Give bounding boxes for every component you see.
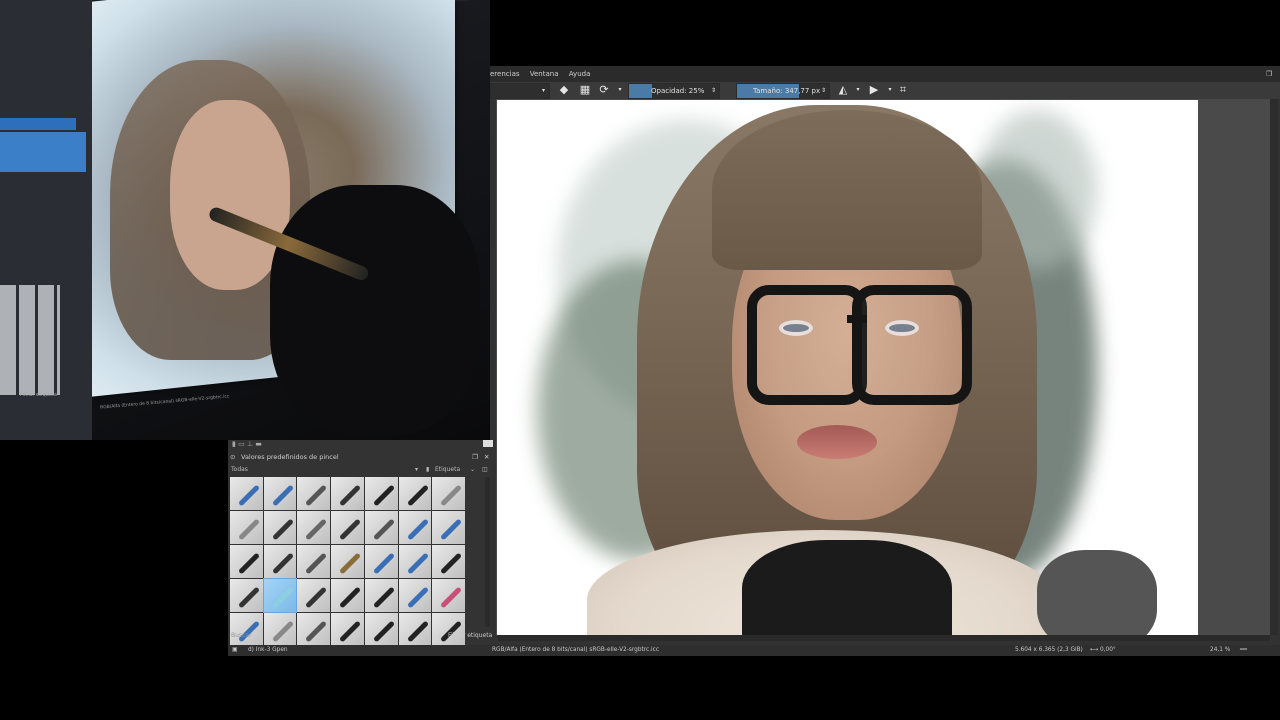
mirror-horizontal-icon[interactable]: ◭ <box>837 84 849 96</box>
photo-side-panel <box>0 0 92 440</box>
brush-preset-tile[interactable] <box>297 545 331 578</box>
status-color-profile: RGB/Alfa (Entero de 8 bits/canal) sRGB-e… <box>492 647 660 653</box>
reference-photo: Filtrar etiqueta RGB/Alfa (Entero de 8 b… <box>0 0 490 440</box>
menu-bar: erencias Ventana Ayuda ❐ <box>490 66 1280 82</box>
opacity-slider[interactable]: Opacidad: 25% ⇕ <box>628 83 720 99</box>
brush-preset-tile[interactable] <box>398 579 432 612</box>
menu-item-help[interactable]: Ayuda <box>569 70 591 78</box>
chevron-down-icon[interactable]: ⌄ <box>470 464 475 476</box>
tag-icon: ▮ <box>426 466 430 473</box>
eraser-icon[interactable]: ◆ <box>558 84 570 96</box>
brush-preset-tile[interactable] <box>364 579 398 612</box>
brush-preset-tile[interactable] <box>230 477 263 510</box>
brush-toolbar: ▾ ◆ ▦ ⟳ ▾ Opacidad: 25% ⇕ Tamaño: 347,77… <box>490 82 1280 99</box>
glasses-left-lens <box>747 285 867 405</box>
docker-title: Valores predefinidos de pincel <box>241 453 339 461</box>
docker-lock-icon[interactable]: ⊙ <box>230 450 235 464</box>
opacity-label: Opacidad: 25% <box>651 87 705 95</box>
brush-preset-tile[interactable] <box>364 477 398 510</box>
brush-preset-tile[interactable] <box>331 511 364 544</box>
tag-label[interactable]: Etiqueta <box>435 464 460 476</box>
search-input[interactable]: Buscar <box>231 630 252 642</box>
brush-preset-tile[interactable] <box>263 545 297 578</box>
brush-preset-tile[interactable] <box>297 477 331 510</box>
brush-preset-grid <box>230 477 465 646</box>
glove-hand <box>270 185 480 435</box>
menu-item-window[interactable]: Ventana <box>530 70 559 78</box>
brush-preset-tile[interactable] <box>364 511 398 544</box>
zoom-slider[interactable]: ━━ <box>1240 645 1247 656</box>
status-bar: ▣ d) Ink-3 Gpen RGB/Alfa (Entero de 8 bi… <box>228 645 1280 656</box>
portrait-fringe <box>712 110 982 270</box>
brush-preset-tile[interactable] <box>398 511 432 544</box>
status-rotation[interactable]: 0,00° <box>1100 645 1116 656</box>
status-zoom[interactable]: 24,1 % <box>1210 645 1230 656</box>
docker-filter-row: Todas ▾ ▮ Etiqueta ⌄ ◫ <box>228 464 493 476</box>
chevron-down-icon[interactable]: ▾ <box>415 464 418 476</box>
filter-tag-checkbox[interactable]: ✓ <box>438 630 443 642</box>
brush-preset-tile[interactable] <box>230 545 263 578</box>
docker-toolbar-icons: ▮ ▭ ⊥ ▬ <box>232 440 262 448</box>
photo-selected-layer <box>0 132 86 172</box>
docker-search-row: Buscar ✓ Filtrar etiqueta <box>228 630 493 642</box>
brush-preset-tile[interactable] <box>230 579 263 612</box>
vertical-scrollbar[interactable] <box>1270 99 1278 635</box>
rotation-icon: ⟷ <box>1090 647 1099 653</box>
photo-selected-row <box>0 118 76 130</box>
brush-preset-tile[interactable] <box>331 545 364 578</box>
size-label: Tamaño: 347,77 px <box>753 87 821 95</box>
opacity-spin-icon[interactable]: ⇕ <box>711 84 716 98</box>
docker-title-bar: ⊙ Valores predefinidos de pincel ❐ ✕ <box>228 450 493 464</box>
brush-preset-tile[interactable] <box>262 578 298 613</box>
chevron-down-icon[interactable]: ▾ <box>884 84 896 96</box>
brush-preset-tile[interactable] <box>297 511 331 544</box>
alpha-lock-icon[interactable]: ▦ <box>579 84 591 96</box>
brush-preset-tile[interactable] <box>297 579 331 612</box>
menu-item-preferences[interactable]: erencias <box>490 70 520 78</box>
size-slider[interactable]: Tamaño: 347,77 px ⇕ <box>736 83 830 99</box>
portrait-neck <box>742 540 952 635</box>
brush-preset-tile[interactable] <box>432 545 465 578</box>
mirror-vertical-icon[interactable]: ▶ <box>868 84 880 96</box>
portrait-lips <box>797 425 877 459</box>
photo-brush-thumbnails <box>0 285 60 395</box>
filter-tag-label: Filtrar etiqueta <box>448 632 493 639</box>
status-image-size: 5.604 x 6.365 (2,3 GiB) <box>1015 647 1083 653</box>
status-brush-name: d) Ink-3 Gpen <box>248 647 288 653</box>
brush-preset-tile[interactable] <box>331 579 364 612</box>
portrait-coat <box>1037 550 1157 635</box>
brush-icon: ▣ <box>232 647 238 653</box>
brush-preset-tile[interactable] <box>263 511 297 544</box>
chevron-down-icon[interactable]: ▾ <box>852 84 864 96</box>
close-icon[interactable]: ✕ <box>484 450 489 464</box>
brush-preset-tile[interactable] <box>398 477 432 510</box>
brush-preset-tile[interactable] <box>432 511 465 544</box>
brush-preset-tile[interactable] <box>398 545 432 578</box>
brush-preset-tile[interactable] <box>331 477 364 510</box>
docker-corner <box>483 440 493 447</box>
preset-scrollbar[interactable] <box>485 477 490 627</box>
crop-icon[interactable]: ⌗ <box>897 84 909 96</box>
blend-mode-select[interactable]: ▾ <box>490 83 550 99</box>
chevron-down-icon[interactable]: ▾ <box>614 84 626 96</box>
brush-preset-tile[interactable] <box>432 477 465 510</box>
size-spin-icon[interactable]: ⇕ <box>821 84 826 98</box>
tag-filter-select[interactable]: Todas <box>231 464 248 476</box>
glasses-bridge <box>847 315 867 323</box>
artboard-portrait[interactable] <box>497 100 1198 635</box>
reload-icon[interactable]: ⟳ <box>598 84 610 96</box>
brush-preset-tile[interactable] <box>364 545 398 578</box>
brush-preset-tile[interactable] <box>432 579 465 612</box>
horizontal-scrollbar[interactable] <box>498 635 1270 641</box>
photo-filter-label: Filtrar etiqueta <box>20 392 57 398</box>
brush-preset-tile[interactable] <box>230 511 263 544</box>
view-mode-icon[interactable]: ◫ <box>482 464 488 476</box>
window-restore-icon[interactable]: ❐ <box>1266 70 1272 78</box>
docker-float-icon[interactable]: ❐ <box>472 450 478 464</box>
brush-preset-tile[interactable] <box>263 477 297 510</box>
glasses-right-lens <box>852 285 972 405</box>
